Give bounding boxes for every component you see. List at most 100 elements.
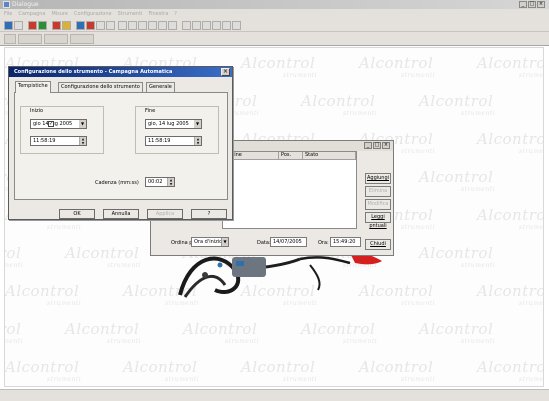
- end-date-picker[interactable]: gio, 14 lug 2005 ▼: [145, 119, 202, 129]
- cadence-value: 00:02: [148, 179, 163, 185]
- toolbar-field-1[interactable]: [18, 34, 42, 44]
- remove-button[interactable]: Elimina: [365, 186, 391, 197]
- start-time-field[interactable]: 11:58:19 ▲ ▼: [30, 136, 87, 146]
- end-time-field[interactable]: 11:58:19 ▲ ▼: [145, 136, 202, 146]
- prev-page-icon[interactable]: [192, 21, 201, 30]
- watermark-subtext: strumenti: [107, 262, 142, 269]
- help-button[interactable]: ?: [191, 209, 227, 219]
- tab-timing[interactable]: Tempistiche: [15, 81, 51, 93]
- watermark-text: Alcontrol: [5, 358, 80, 376]
- start-enabled-checkbox[interactable]: ✓: [48, 121, 54, 127]
- watermark-subtext: strumenti: [519, 300, 544, 307]
- maximize-icon[interactable]: □: [528, 1, 536, 8]
- zoom-out-icon[interactable]: [138, 21, 147, 30]
- menu-file[interactable]: File: [4, 11, 12, 17]
- cancel-button[interactable]: Annulla: [103, 209, 139, 219]
- read-button[interactable]: Leggi pntuali: [365, 212, 391, 229]
- statusbar: [0, 389, 549, 401]
- close-button[interactable]: Chiudi: [365, 239, 391, 250]
- chevron-down-icon[interactable]: ▼: [221, 238, 228, 246]
- app-titlebar: Dialogue _ □ ×: [0, 0, 549, 9]
- watermark-text: Alcontrol: [419, 168, 494, 186]
- chart-icon[interactable]: [76, 21, 85, 30]
- watermark-subtext: strumenti: [283, 376, 318, 383]
- end-time-value: 11:58:19: [148, 138, 171, 144]
- toolbar-secondary: [0, 32, 549, 46]
- prev-icon[interactable]: [202, 21, 211, 30]
- cadence-spinner-icon[interactable]: ▲ ▼: [167, 178, 174, 186]
- watermark-subtext: strumenti: [165, 376, 200, 383]
- minimize-icon[interactable]: _: [364, 142, 372, 149]
- calendar-dropdown-icon[interactable]: ▼: [194, 120, 201, 128]
- first-icon[interactable]: [182, 21, 191, 30]
- watermark-subtext: strumenti: [519, 72, 544, 79]
- tab-general[interactable]: Generale: [146, 82, 175, 92]
- stop-icon[interactable]: [52, 21, 61, 30]
- pan-icon[interactable]: [148, 21, 157, 30]
- cadence-field[interactable]: 00:02 ▲ ▼: [145, 177, 175, 187]
- column-pos[interactable]: Pos.: [279, 152, 303, 159]
- apply-button[interactable]: Applica: [147, 209, 183, 219]
- edit-icon[interactable]: [96, 21, 105, 30]
- table-icon[interactable]: [158, 21, 167, 30]
- ok-button[interactable]: OK: [59, 209, 95, 219]
- watermark-text: Alcontrol: [419, 244, 494, 262]
- toolbar-field-2[interactable]: [44, 34, 68, 44]
- watermark-text: Alcontrol: [359, 358, 434, 376]
- menu-configuration[interactable]: Configurazione: [74, 11, 112, 17]
- watermark-subtext: strumenti: [283, 72, 318, 79]
- watermark-subtext: strumenti: [461, 338, 496, 345]
- watermark-text: Alcontrol: [301, 320, 376, 338]
- add-button[interactable]: Aggiungi: [365, 173, 391, 184]
- menu-measures[interactable]: Misure: [51, 11, 68, 17]
- toolbar-field-3[interactable]: [70, 34, 94, 44]
- watermark-subtext: strumenti: [519, 148, 544, 155]
- new-icon[interactable]: [4, 21, 13, 30]
- watermark-subtext: strumenti: [401, 300, 436, 307]
- close-icon[interactable]: ×: [221, 68, 230, 76]
- watermark-text: Alcontrol: [477, 130, 544, 148]
- campaign-list[interactable]: Id. line Pos. Stato: [222, 151, 357, 229]
- time-spinner-icon[interactable]: ▲ ▼: [194, 137, 201, 145]
- time-spinner-icon[interactable]: ▲ ▼: [79, 137, 86, 145]
- watermark-text: Alcontrol: [301, 92, 376, 110]
- connect-icon[interactable]: [38, 21, 47, 30]
- close-icon[interactable]: ×: [382, 142, 390, 149]
- menu-help[interactable]: ?: [174, 11, 177, 17]
- watermark-subtext: strumenti: [401, 148, 436, 155]
- minimize-icon[interactable]: _: [519, 1, 527, 8]
- menu-campaign[interactable]: Campagna: [18, 11, 45, 17]
- record-icon[interactable]: [28, 21, 37, 30]
- watermark-text: Alcontrol: [477, 54, 544, 72]
- watermark-subtext: strumenti: [401, 72, 436, 79]
- order-select[interactable]: Ora d'inizio ▼: [191, 237, 229, 247]
- next-page-icon[interactable]: [222, 21, 231, 30]
- maximize-icon[interactable]: □: [373, 142, 381, 149]
- watermark-subtext: strumenti: [47, 224, 82, 231]
- open-icon[interactable]: [14, 21, 23, 30]
- watermark-subtext: strumenti: [461, 110, 496, 117]
- watermark-text: Alcontrol: [419, 92, 494, 110]
- start-date-picker[interactable]: gio 14 lug 2005 ▼: [30, 119, 87, 129]
- menu-instruments[interactable]: Strumenti: [118, 11, 143, 17]
- calendar-dropdown-icon[interactable]: ▼: [79, 120, 86, 128]
- watermark-text: Alcontrol: [241, 358, 316, 376]
- watermark-subtext: strumenti: [47, 376, 82, 383]
- graph-icon[interactable]: [86, 21, 95, 30]
- menu-window[interactable]: Finestra: [148, 11, 168, 17]
- draw-icon[interactable]: [106, 21, 115, 30]
- grid-icon[interactable]: [118, 21, 127, 30]
- help-icon[interactable]: [62, 21, 71, 30]
- column-status[interactable]: Stato: [303, 152, 356, 159]
- tab-instrument-config[interactable]: Configurazione dello strumento: [58, 82, 143, 92]
- close-icon[interactable]: ×: [537, 1, 545, 8]
- next-icon[interactable]: [212, 21, 221, 30]
- start-label: Inizio: [30, 108, 44, 114]
- watermark-text: Alcontrol: [5, 282, 80, 300]
- modify-button[interactable]: Modifica: [365, 199, 391, 210]
- zoom-in-icon[interactable]: [128, 21, 137, 30]
- tool-icon[interactable]: [4, 34, 16, 44]
- last-icon[interactable]: [232, 21, 241, 30]
- print-icon[interactable]: [168, 21, 177, 30]
- time-field: 15:49:20: [330, 237, 361, 247]
